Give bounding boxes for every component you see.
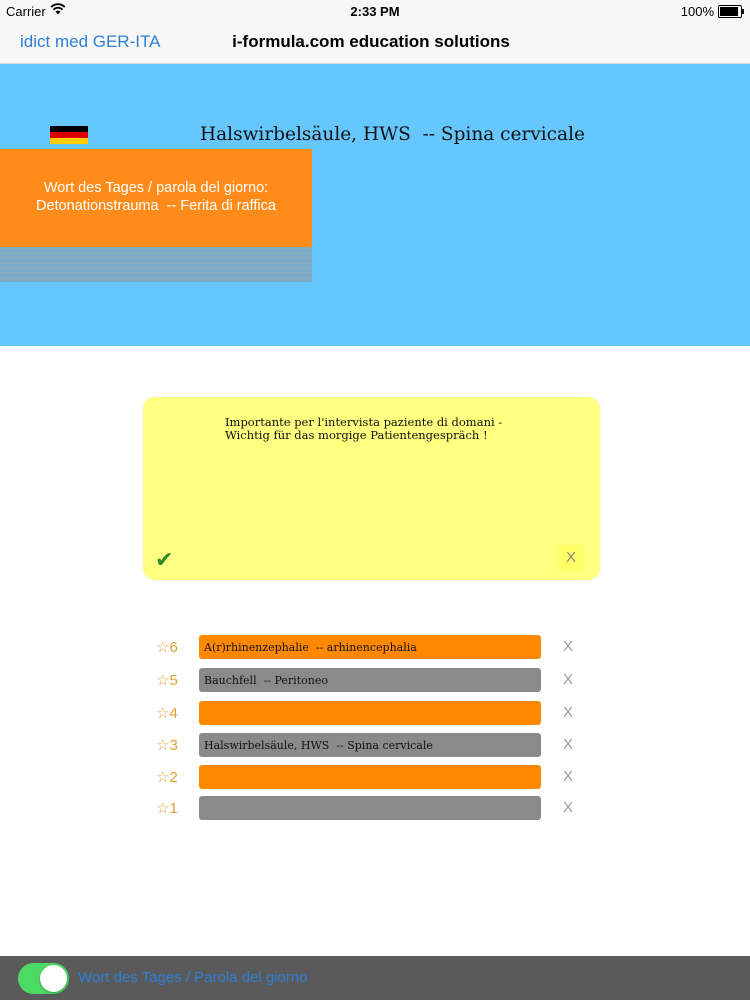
favorite-term-button[interactable] <box>199 765 541 789</box>
close-note-button[interactable]: X <box>558 545 584 571</box>
banner-shadow <box>0 247 312 282</box>
word-of-day-heading: Wort des Tages / parola del giorno: <box>43 180 269 196</box>
battery-icon <box>718 5 744 18</box>
favorite-term-button[interactable]: A(r)rhinenzephalie -- arhinencephalia <box>199 635 541 659</box>
remove-favorite-button[interactable]: X <box>563 768 573 785</box>
remove-favorite-button[interactable]: X <box>563 671 573 688</box>
star-rank-label: ☆3 <box>156 737 178 754</box>
favorite-row: ☆4 X <box>0 701 750 727</box>
remove-favorite-button[interactable]: X <box>563 736 573 753</box>
word-of-day-banner[interactable]: Wort des Tages / parola del giorno: Deto… <box>0 149 312 247</box>
word-of-day-term: Detonationstrauma -- Ferita di raffica <box>36 198 276 214</box>
status-bar: Carrier 2:33 PM 100% <box>0 0 750 22</box>
favorite-term-button[interactable] <box>199 701 541 725</box>
favorite-term-button[interactable]: Bauchfell -- Peritoneo <box>199 668 541 692</box>
german-flag-icon[interactable] <box>50 126 88 144</box>
checkmark-icon[interactable]: ✔ <box>155 547 173 573</box>
note-card: Importante per l'intervista paziente di … <box>143 397 600 580</box>
toggle-knob <box>40 965 67 992</box>
favorite-term-button[interactable]: Halswirbelsäule, HWS -- Spina cervicale <box>199 733 541 757</box>
navigation-bar: idict med GER-ITA i-formula.com educatio… <box>0 22 750 64</box>
favorite-term-label: Bauchfell -- Peritoneo <box>204 674 328 687</box>
favorite-term-label: A(r)rhinenzephalie -- arhinencephalia <box>204 641 417 654</box>
note-text[interactable]: Importante per l'intervista paziente di … <box>225 416 505 442</box>
clock: 2:33 PM <box>350 4 400 19</box>
star-rank-label: ☆5 <box>156 672 178 689</box>
remove-favorite-button[interactable]: X <box>563 799 573 816</box>
favorite-row: ☆3 Halswirbelsäule, HWS -- Spina cervica… <box>0 733 750 759</box>
star-rank-label: ☆1 <box>156 800 178 817</box>
toggle-label: Wort des Tages / Parola del giorno <box>78 969 308 986</box>
bottom-toolbar: Wort des Tages / Parola del giorno <box>0 956 750 1000</box>
favorite-row: ☆2 X <box>0 765 750 791</box>
star-rank-label: ☆6 <box>156 639 178 656</box>
battery-percent: 100% <box>680 4 714 19</box>
remove-favorite-button[interactable]: X <box>563 638 573 655</box>
favorite-term-button[interactable] <box>199 796 541 820</box>
star-rank-label: ☆2 <box>156 769 178 786</box>
favorite-term-label: Halswirbelsäule, HWS -- Spina cervicale <box>204 739 433 752</box>
flag-stripe <box>50 138 88 144</box>
current-term: Halswirbelsäule, HWS -- Spina cervicale <box>200 124 585 145</box>
page-title: i-formula.com education solutions <box>232 32 510 51</box>
favorite-row: ☆1 X <box>0 796 750 822</box>
remove-favorite-button[interactable]: X <box>563 704 573 721</box>
favorite-row: ☆6 A(r)rhinenzephalie -- arhinencephalia… <box>0 635 750 661</box>
word-of-day-toggle[interactable] <box>18 963 69 994</box>
favorite-row: ☆5 Bauchfell -- Peritoneo X <box>0 668 750 694</box>
star-rank-label: ☆4 <box>156 705 178 722</box>
